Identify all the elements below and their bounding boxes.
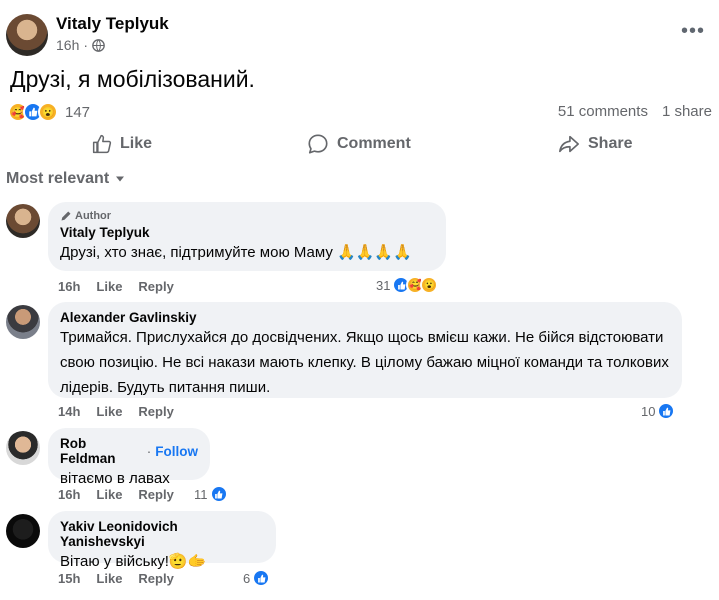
comment-text: Друзі, хто знає, підтримуйте мою Маму 🙏🙏… [60,244,412,261]
post-stats: 51 comments 1 share [558,103,712,120]
comments-count[interactable]: 51 comments [558,103,648,120]
wow-reaction-icon: 😮 [420,276,439,294]
comment-author[interactable]: Rob Feldman [60,436,143,466]
comment-reaction-count: 11 [194,486,208,502]
comment-sort-dropdown[interactable]: Most relevant [6,170,125,188]
comment-like-button[interactable]: Like [96,404,122,419]
follow-button[interactable]: Follow [155,444,198,459]
share-button[interactable]: Share [558,133,632,155]
comment-time[interactable]: 16h [58,279,80,294]
comment-author-line: Rob Feldman · Follow [60,436,198,466]
comment-reply-button[interactable]: Reply [138,487,173,502]
like-reaction-icon [252,569,271,587]
post-author-name[interactable]: Vitaly Teplyuk [56,14,169,34]
thumbs-up-icon [92,134,112,154]
author-badge-label: Author [75,210,112,222]
comment-reaction-count: 31 [376,277,391,293]
comment-author[interactable]: Alexander Gavlinskiy [60,310,670,325]
comment-reactions[interactable]: 31 🥰 😮 [376,276,439,294]
comment-actions: 14h Like Reply [58,404,174,419]
reaction-count[interactable]: 147 [65,104,90,121]
comment-like-button[interactable]: Like [96,279,122,294]
comment-bubble: Rob Feldman · Follow вітаємо в лавах [48,428,210,487]
author-badge: Author [60,210,434,222]
separator-dot: · [146,443,152,459]
comment-reactions[interactable]: 10 [641,402,676,420]
comment-reactions[interactable]: 6 [243,569,271,587]
comment-time[interactable]: 15h [58,571,80,586]
comment-reaction-count: 6 [243,570,251,586]
more-options-button[interactable]: ••• [681,20,705,43]
avatar[interactable] [6,204,40,238]
post-author-avatar[interactable] [6,14,48,56]
pen-icon [60,210,72,222]
comment-actions: 16h Like Reply [58,279,174,294]
share-label: Share [588,135,633,152]
comment-like-button[interactable]: Like [96,571,122,586]
comment-reply-button[interactable]: Reply [138,571,173,586]
like-reaction-icon [657,402,676,420]
like-label: Like [120,135,153,152]
meta-dot: · [83,37,89,53]
like-reaction-icon [209,485,228,503]
post-time[interactable]: 16h [56,37,79,53]
globe-icon [92,38,105,52]
comment-bubble: Alexander Gavlinskiy Тримайся. Прислухай… [48,302,682,398]
share-arrow-icon [558,133,580,155]
comment-button[interactable]: Comment [307,133,411,155]
comment-reactions[interactable]: 11 [194,485,228,503]
post-meta: 16h · [56,37,105,53]
comment-time[interactable]: 16h [58,487,80,502]
comment-bubble: Author Vitaly Teplyuk Друзі, хто знає, п… [48,202,446,271]
post-reactions-summary[interactable]: 🥰 😮 147 [8,101,90,123]
avatar[interactable] [6,305,40,339]
comment-time[interactable]: 14h [58,404,80,419]
comment-reply-button[interactable]: Reply [138,404,173,419]
avatar[interactable] [6,431,40,465]
post-text: Друзі, я мобілізований. [10,66,255,92]
comment-reply-button[interactable]: Reply [138,279,173,294]
comment-bubble: Yakiv Leonidovich Yanishevskyi Вітаю у в… [48,511,276,570]
sort-label: Most relevant [6,170,110,187]
wow-reaction-icon: 😮 [38,102,58,122]
comment-author[interactable]: Yakiv Leonidovich Yanishevskyi [60,519,264,549]
avatar[interactable] [6,514,40,548]
comment-bubble-icon [307,133,329,155]
comment-like-button[interactable]: Like [96,487,122,502]
comment-label: Comment [337,135,411,152]
caret-down-icon [115,175,125,183]
comment-author[interactable]: Vitaly Teplyuk [60,225,434,240]
shares-count[interactable]: 1 share [662,103,712,120]
like-button[interactable]: Like [92,133,152,155]
comment-reaction-count: 10 [641,403,656,419]
comment-text: Тримайся. Прислухайся до досвідчених. Як… [60,329,669,396]
comment-actions: 15h Like Reply [58,571,174,586]
comment-actions: 16h Like Reply [58,487,174,502]
